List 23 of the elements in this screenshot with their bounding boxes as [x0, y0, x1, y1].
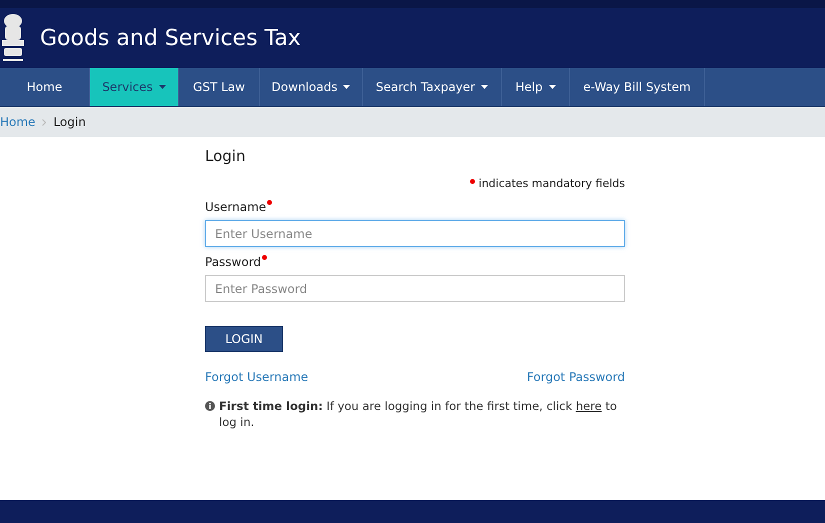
field-label: Username [205, 199, 266, 216]
here-link[interactable]: here [576, 399, 602, 413]
forgot-username-link[interactable]: Forgot Username [205, 368, 308, 386]
info-text: First time login: If you are logging in for the first time, click here to log in. [219, 398, 618, 430]
nav-tab[interactable]: Services [90, 68, 179, 106]
nav-tab[interactable]: Search Taxpayer [363, 68, 502, 106]
mandatory-note: indicates mandatory fields [478, 176, 625, 192]
nav-tab[interactable]: GST Law [179, 68, 260, 106]
nav-tab[interactable]: e-Way Bill System [570, 68, 705, 106]
breadcrumb-current: Login [53, 114, 86, 131]
nav-tab[interactable]: Downloads [260, 68, 363, 106]
login-button[interactable]: LOGIN [205, 326, 283, 352]
emblem-icon [0, 12, 26, 64]
login-heading: Login [205, 146, 246, 167]
input-field[interactable]: Enter Username [205, 220, 625, 247]
breadcrumb-link[interactable]: Home [0, 113, 36, 131]
nav-tab[interactable]: Help [502, 68, 570, 106]
input-field[interactable]: Enter Password [205, 275, 625, 302]
chevron-icon [42, 118, 46, 126]
site-title: Goods and Services Tax [40, 24, 301, 52]
forgot-password-link[interactable]: Forgot Password [526, 368, 625, 386]
info-icon [205, 401, 215, 411]
field-label: Password [205, 254, 262, 271]
